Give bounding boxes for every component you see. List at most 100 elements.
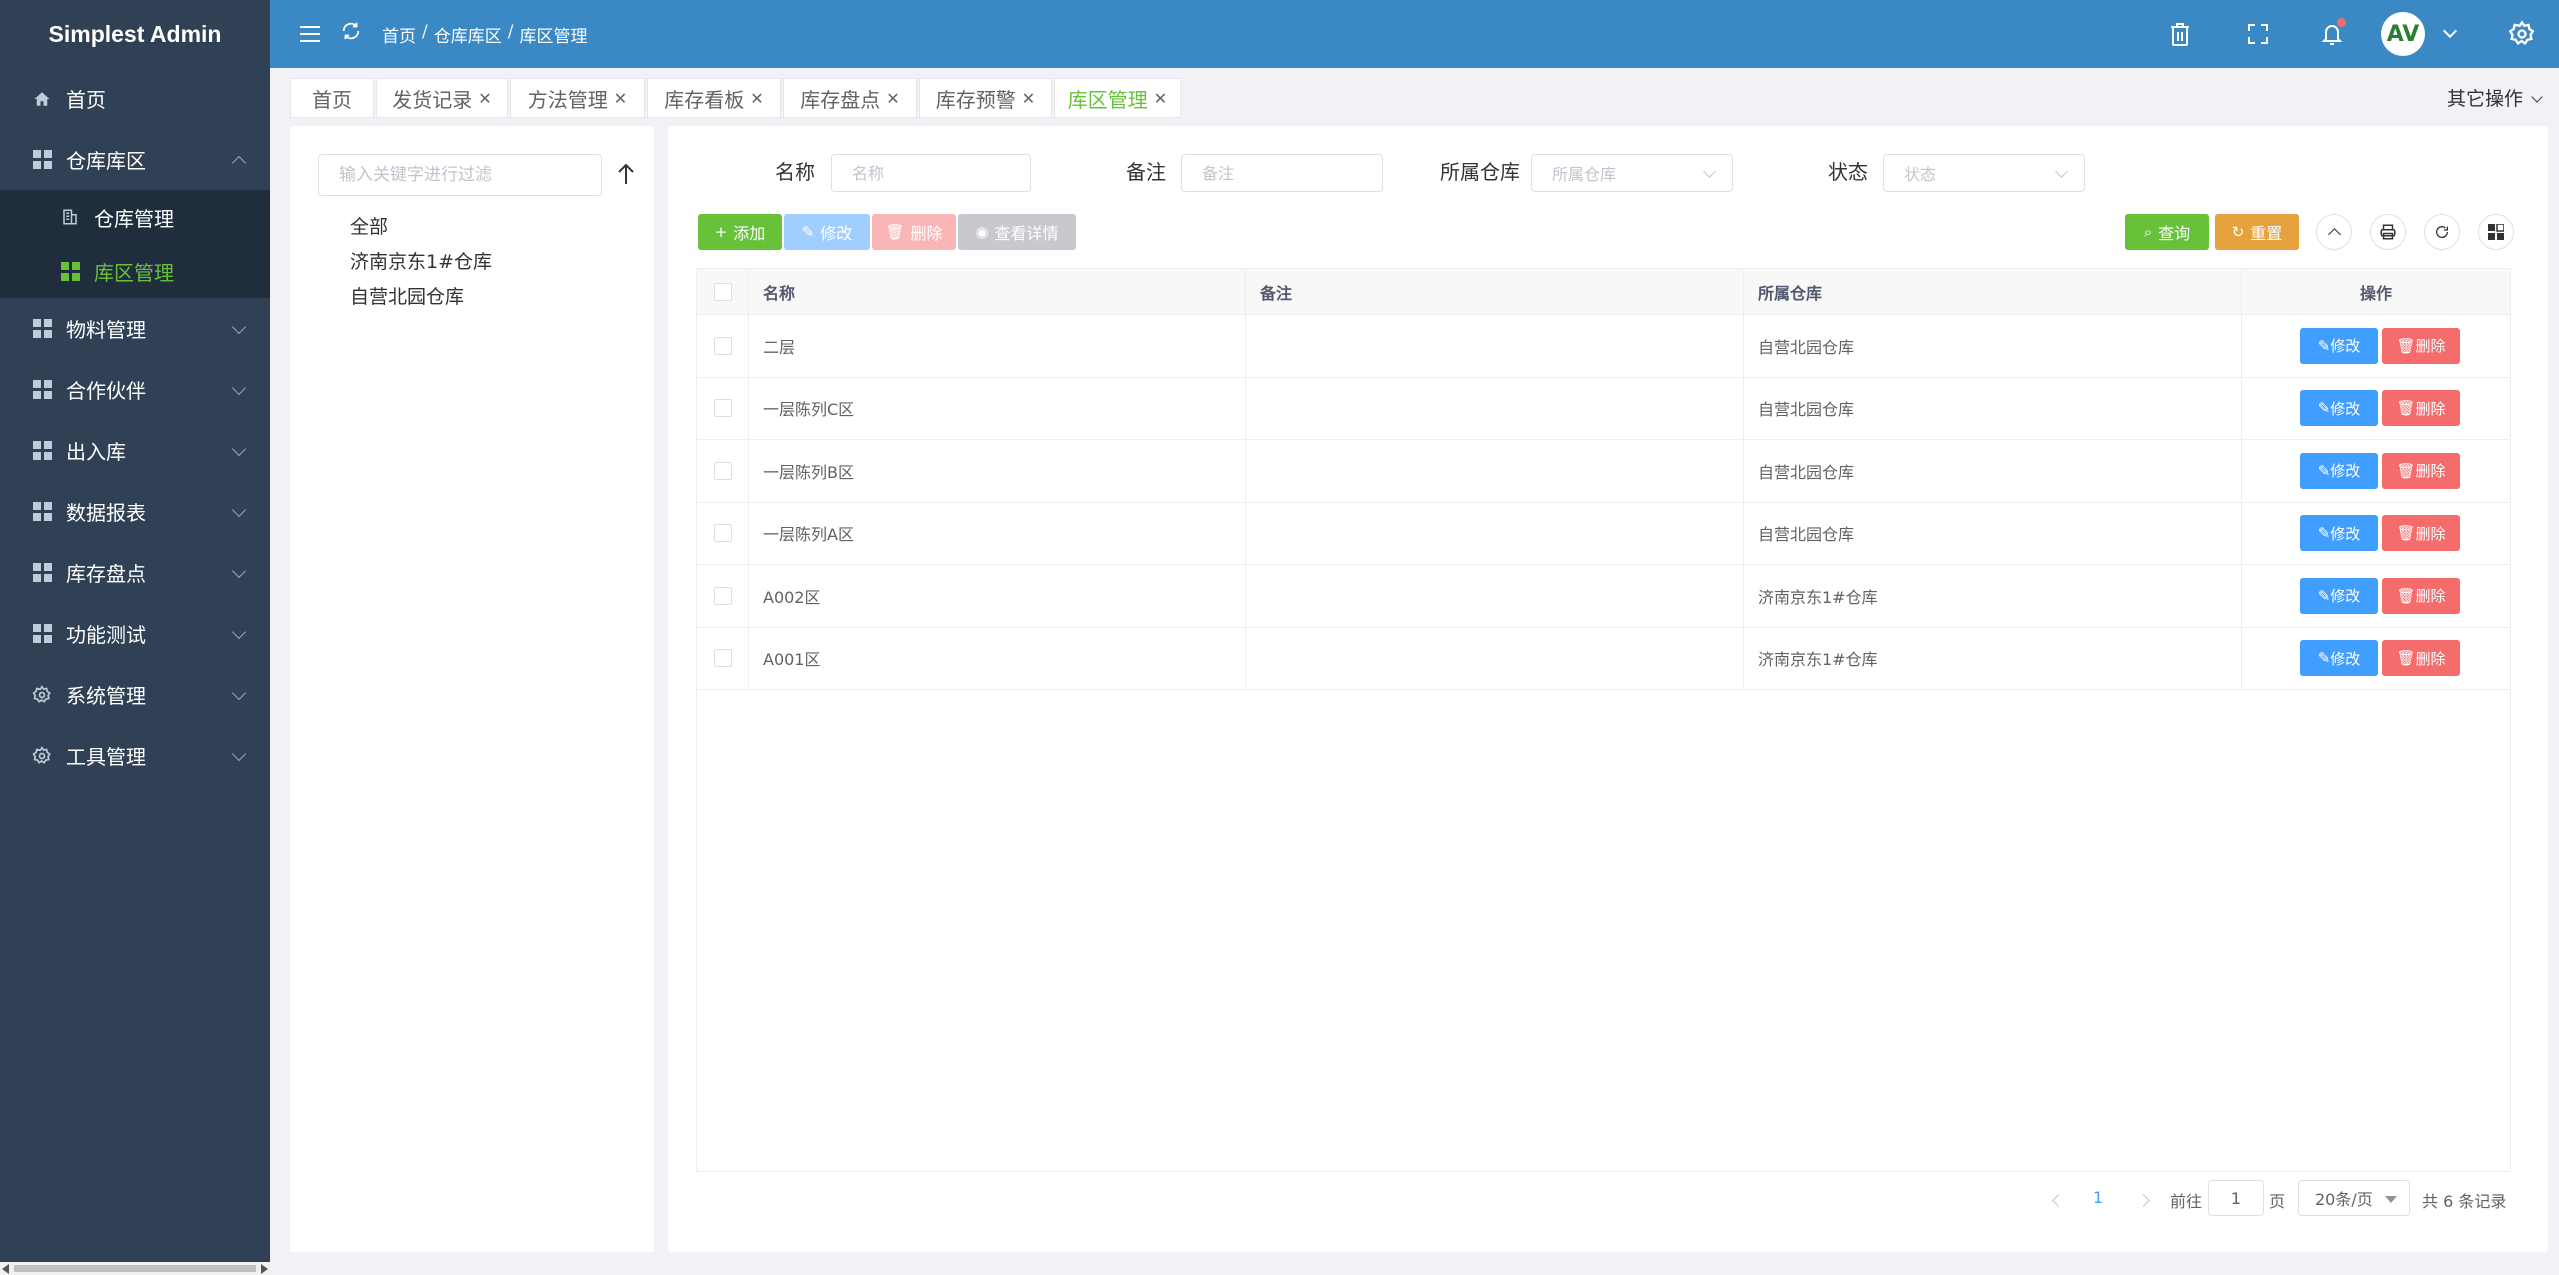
tab-0[interactable]: 首页 [290, 78, 374, 118]
row-checkbox[interactable] [713, 524, 732, 543]
table-row: 一层陈列A区 自营北园仓库 ✎ 修改 🗑 删除 [697, 502, 2510, 565]
bell-icon[interactable] [2317, 18, 2347, 49]
sidebar-item-2[interactable]: 物料管理 [0, 298, 270, 359]
row-edit-button[interactable]: ✎ 修改 [2300, 577, 2378, 614]
scroll-left-arrow-icon[interactable] [2, 1264, 9, 1274]
next-page-icon[interactable] [2137, 1194, 2150, 1207]
tree-filter-input[interactable] [318, 154, 602, 196]
eye-icon: ◉ [975, 223, 989, 241]
cell-name: 一层陈列A区 [749, 502, 1246, 564]
settings-gear-icon[interactable] [2507, 19, 2537, 49]
row-edit-button[interactable]: ✎ 修改 [2300, 390, 2378, 427]
edit-button[interactable]: ✎ 修改 [784, 214, 870, 250]
breadcrumb-home[interactable]: 首页 [382, 22, 416, 47]
sidebar-item-3[interactable]: 合作伙伴 [0, 359, 270, 420]
columns-setting-icon[interactable] [2478, 214, 2514, 250]
tab-6[interactable]: 库区管理 ✕ [1054, 78, 1181, 118]
tab-close-icon[interactable]: ✕ [886, 89, 899, 108]
tab-close-icon[interactable]: ✕ [1022, 89, 1035, 108]
app-logo: Simplest Admin [48, 21, 222, 47]
table-row: 一层陈列C区 自营北园仓库 ✎ 修改 🗑 删除 [697, 377, 2510, 440]
menu-toggle-icon[interactable] [300, 26, 320, 42]
sidebar-item-5[interactable]: 数据报表 [0, 481, 270, 542]
sidebar-scrollbar[interactable] [0, 1262, 270, 1275]
sidebar-item-9[interactable]: 工具管理 [0, 725, 270, 786]
row-edit-button[interactable]: ✎ 修改 [2300, 452, 2378, 489]
row-delete-button[interactable]: 🗑 删除 [2382, 452, 2460, 489]
row-delete-button[interactable]: 🗑 删除 [2382, 640, 2460, 677]
row-checkbox[interactable] [713, 586, 732, 605]
tab-4[interactable]: 库存盘点 ✕ [783, 78, 917, 118]
table-row: A002区 济南京东1#仓库 ✎ 修改 🗑 删除 [697, 565, 2510, 628]
tab-1[interactable]: 发货记录 ✕ [376, 78, 508, 118]
breadcrumb-warehouse-area[interactable]: 仓库库区 [434, 22, 502, 47]
arrow-up-icon[interactable] [616, 162, 636, 192]
goto-page-input[interactable] [2208, 1180, 2264, 1216]
filter-warehouse-select[interactable]: 所属仓库 [1531, 154, 1733, 192]
tab-3[interactable]: 库存看板 ✕ [647, 78, 781, 118]
tree-node-jinan-jd[interactable]: 济南京东1#仓库 [350, 247, 492, 274]
row-delete-button[interactable]: 🗑 删除 [2382, 390, 2460, 427]
fullscreen-icon[interactable] [2243, 19, 2273, 49]
trash-icon: 🗑 [2396, 399, 2416, 418]
scroll-right-arrow-icon[interactable] [261, 1264, 268, 1274]
scrollbar-thumb[interactable] [14, 1265, 256, 1272]
collapse-search-icon[interactable] [2316, 214, 2352, 250]
query-button[interactable]: ⌕ 查询 [2125, 214, 2209, 250]
cell-remark [1246, 315, 1744, 377]
chevron-up-icon [231, 155, 247, 170]
chevron-down-icon[interactable] [2442, 23, 2458, 39]
filter-remark-input[interactable] [1181, 154, 1383, 192]
sidebar-item-label: 数据报表 [66, 501, 146, 525]
tab-close-icon[interactable]: ✕ [750, 89, 763, 108]
row-checkbox[interactable] [713, 649, 732, 668]
tab-2[interactable]: 方法管理 ✕ [510, 78, 645, 118]
filter-name-input[interactable] [831, 154, 1031, 192]
sidebar-item-6[interactable]: 库存盘点 [0, 542, 270, 603]
reload-table-icon[interactable] [2424, 214, 2460, 250]
row-delete-button[interactable]: 🗑 删除 [2382, 515, 2460, 552]
sidebar-item-7[interactable]: 功能测试 [0, 603, 270, 664]
trash-icon[interactable] [2165, 19, 2195, 49]
pencil-icon: ✎ [2317, 399, 2331, 418]
sidebar-item-label: 出入库 [66, 440, 126, 464]
row-edit-button[interactable]: ✎ 修改 [2300, 640, 2378, 677]
user-avatar[interactable]: AV [2381, 12, 2425, 56]
sidebar-subitem-1-0[interactable]: 仓库管理 [0, 190, 270, 244]
tree-node-beiyuan[interactable]: 自营北园仓库 [350, 282, 464, 309]
row-delete-button[interactable]: 🗑 删除 [2382, 327, 2460, 364]
cell-name: A002区 [749, 565, 1246, 627]
tab-close-icon[interactable]: ✕ [1154, 89, 1167, 108]
page-size-select[interactable]: 20条/页 [2298, 1180, 2410, 1216]
add-button[interactable]: + 添加 [698, 214, 782, 250]
sidebar-item-0[interactable]: 首页 [0, 68, 270, 129]
print-icon[interactable] [2370, 214, 2406, 250]
table-row: 一层陈列B区 自营北园仓库 ✎ 修改 🗑 删除 [697, 440, 2510, 503]
sidebar-subitem-1-1[interactable]: 库区管理 [0, 244, 270, 298]
tree-node-all[interactable]: 全部 [350, 212, 388, 239]
sidebar-item-4[interactable]: 出入库 [0, 420, 270, 481]
pencil-icon: ✎ [801, 223, 815, 241]
tab-close-icon[interactable]: ✕ [478, 89, 491, 108]
row-edit-button[interactable]: ✎ 修改 [2300, 515, 2378, 552]
select-all-checkbox[interactable] [713, 282, 732, 301]
total-records: 共 6 条记录 [2422, 1192, 2507, 1211]
reset-button[interactable]: ↻ 重置 [2215, 214, 2299, 250]
row-delete-button[interactable]: 🗑 删除 [2382, 577, 2460, 614]
page-number-1[interactable]: 1 [2093, 1188, 2103, 1207]
row-checkbox[interactable] [713, 399, 732, 418]
tab-5[interactable]: 库存预警 ✕ [919, 78, 1052, 118]
sidebar-item-1[interactable]: 仓库库区 [0, 129, 270, 190]
tab-close-icon[interactable]: ✕ [614, 89, 627, 108]
filter-status-select[interactable]: 状态 [1883, 154, 2085, 192]
other-operations-dropdown[interactable]: 其它操作 [2447, 84, 2543, 111]
row-checkbox[interactable] [713, 336, 732, 355]
delete-button[interactable]: 🗑 删除 [872, 214, 956, 250]
sidebar-item-8[interactable]: 系统管理 [0, 664, 270, 725]
row-checkbox[interactable] [713, 461, 732, 480]
prev-page-icon[interactable] [2052, 1194, 2065, 1207]
row-edit-button[interactable]: ✎ 修改 [2300, 327, 2378, 364]
view-details-button[interactable]: ◉ 查看详情 [958, 214, 1076, 250]
refresh-icon[interactable] [340, 20, 362, 48]
sidebar-item-label: 仓库库区 [66, 149, 146, 173]
